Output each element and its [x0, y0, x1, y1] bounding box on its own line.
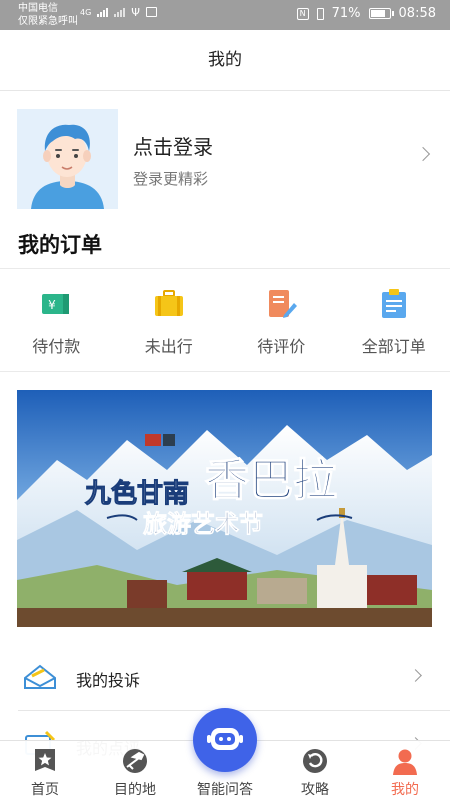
tab-guide[interactable]: 攻略 [275, 741, 355, 800]
login-subtitle: 登录更精彩 [133, 170, 209, 188]
carrier-info: 中国电信 仅限紧急呼叫 [18, 2, 78, 28]
suitcase-icon [154, 290, 183, 316]
carrier-name: 中国电信 [18, 3, 58, 14]
battery-icon [368, 8, 394, 19]
signal-indicators: 4G Ψ [80, 6, 157, 19]
top-header: 我的 [0, 30, 450, 91]
tab-label: 攻略 [301, 782, 329, 798]
status-bar: 中国电信 仅限紧急呼叫 4G Ψ N 71% 08:58 [0, 0, 450, 30]
usb-icon: Ψ [131, 6, 140, 19]
signal-bars-empty-icon [114, 8, 126, 17]
svg-text:¥: ¥ [48, 298, 56, 312]
order-to-review[interactable]: 待评价 [225, 269, 338, 371]
smart-qa-button[interactable] [193, 708, 257, 772]
plane-globe-icon [123, 749, 147, 773]
banner-line2: 香巴拉 [205, 455, 337, 506]
tab-home[interactable]: 首页 [5, 741, 85, 800]
menu-label[interactable]: 我的投诉 [76, 667, 140, 691]
tab-label: 目的地 [114, 782, 156, 798]
order-not-traveled[interactable]: 未出行 [113, 269, 226, 371]
chevron-right-icon[interactable] [409, 669, 422, 682]
robot-icon [207, 728, 243, 750]
order-label: 未出行 [144, 337, 193, 356]
tab-label[interactable]: 智能问答 [185, 779, 265, 799]
status-right: N 71% 08:58 [296, 6, 436, 21]
orders-row: ¥ 待付款 未出行 待评价 全部订单 [0, 268, 450, 372]
order-all[interactable]: 全部订单 [338, 269, 450, 371]
photo-icon [145, 7, 157, 17]
complaint-envelope-icon [24, 664, 56, 689]
login-title[interactable]: 点击登录 [133, 131, 213, 160]
order-label: 待评价 [257, 337, 306, 356]
tab-mine[interactable]: 我的 [365, 741, 445, 800]
tab-label: 首页 [31, 782, 59, 798]
banner-line1: 九色甘南 [84, 478, 189, 509]
tab-destination[interactable]: 目的地 [95, 741, 175, 800]
user-avatar-icon[interactable] [17, 109, 118, 209]
chevron-right-icon[interactable] [415, 146, 431, 162]
emergency-only-text: 仅限紧急呼叫 [18, 16, 78, 27]
orders-section-title: 我的订单 [18, 233, 102, 257]
signal-bars-icon [97, 8, 109, 17]
battery-percent: 71% [331, 6, 361, 21]
star-badge-icon [35, 749, 55, 771]
order-label: 待付款 [32, 337, 81, 356]
wallet-yen-icon: ¥ [42, 294, 70, 314]
compass-icon [303, 749, 327, 773]
order-label: 全部订单 [361, 337, 426, 356]
banner-line3: 旅游艺术节 [143, 510, 263, 538]
order-pending-payment[interactable]: ¥ 待付款 [0, 269, 113, 371]
menu-my-complaints[interactable]: 我的投诉 [0, 648, 450, 706]
page-title: 我的 [208, 50, 242, 70]
login-card[interactable]: 点击登录 登录更精彩 [0, 91, 450, 221]
clipboard-icon [381, 289, 406, 318]
festival-banner[interactable]: 九色甘南 香巴拉 旅游艺术节 [17, 390, 432, 627]
note-pen-icon [269, 290, 298, 318]
nfc-icon: N [296, 7, 309, 20]
person-icon [393, 749, 417, 775]
clock: 08:58 [398, 6, 436, 21]
tab-label: 我的 [391, 782, 419, 798]
vibrate-icon [316, 7, 324, 20]
network-type: 4G [80, 8, 92, 17]
